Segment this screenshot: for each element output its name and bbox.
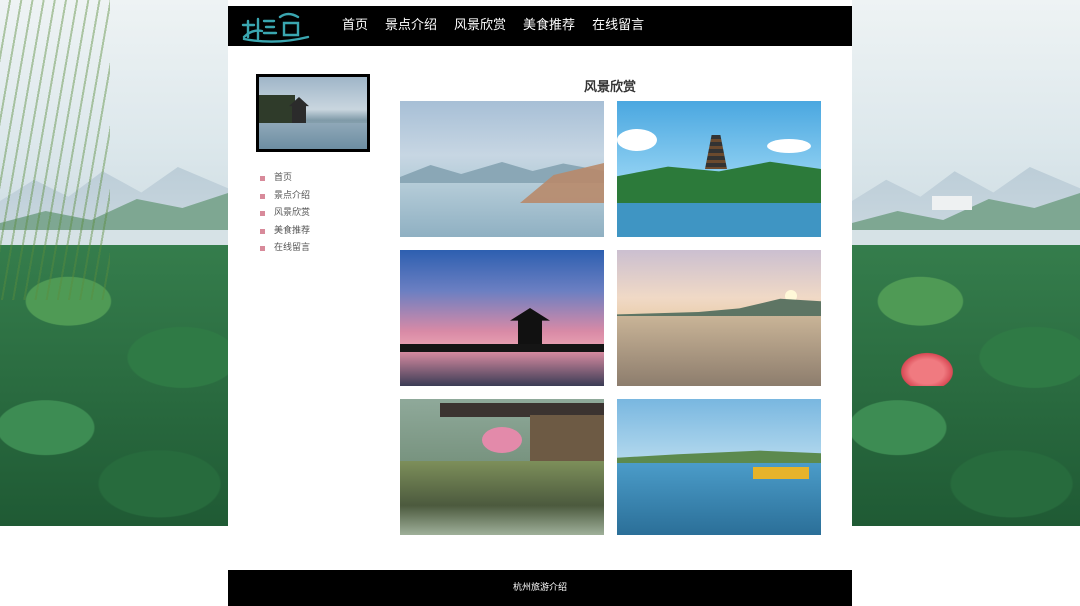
sidebar-item-home[interactable]: 首页	[260, 170, 370, 188]
willow-branches	[0, 0, 110, 300]
background-scenery-right	[852, 0, 1080, 526]
leifeng-pagoda-photo[interactable]	[617, 101, 821, 237]
pagoda-lake-thumbnail	[256, 74, 370, 152]
lake-bridge-photo[interactable]	[400, 101, 604, 237]
nav-attractions[interactable]: 景点介绍	[385, 6, 445, 46]
bullet-icon	[260, 193, 265, 199]
garden-pond-photo[interactable]	[400, 399, 604, 535]
footer: 杭州旅游介绍	[228, 570, 852, 606]
sidebar-item-food[interactable]: 美食推荐	[260, 223, 370, 241]
sunset-pavilion-photo[interactable]	[400, 250, 604, 386]
background-scenery-left	[0, 0, 228, 526]
site-logo-icon[interactable]	[240, 9, 312, 43]
bullet-icon	[260, 211, 265, 217]
sidebar-item-attractions[interactable]: 景点介绍	[260, 188, 370, 206]
top-navigation-bar: 首页 景点介绍 风景欣赏 美食推荐 在线留言	[228, 6, 852, 46]
nav-food[interactable]: 美食推荐	[523, 6, 583, 46]
footer-text: 杭州旅游介绍	[512, 583, 567, 593]
lake-sunrise-photo[interactable]	[617, 250, 821, 386]
lotus-flower	[897, 350, 957, 386]
sidebar-item-message[interactable]: 在线留言	[260, 240, 370, 258]
nav-message[interactable]: 在线留言	[592, 6, 652, 46]
main-nav: 首页 景点介绍 风景欣赏 美食推荐 在线留言	[342, 6, 661, 46]
gallery-title: 风景欣赏	[583, 80, 636, 95]
nav-home[interactable]: 首页	[342, 6, 376, 46]
sidebar-menu: 首页 景点介绍 风景欣赏 美食推荐 在线留言	[256, 170, 370, 258]
sidebar: 首页 景点介绍 风景欣赏 美食推荐 在线留言	[256, 74, 370, 258]
bullet-icon	[260, 228, 265, 234]
main-page: 首页 景点介绍 风景欣赏 美食推荐 在线留言 首页 景点介绍 风景欣赏 美食推荐…	[228, 6, 852, 606]
lake-boat-photo[interactable]	[617, 399, 821, 535]
gallery-grid	[400, 101, 822, 535]
sidebar-item-scenery[interactable]: 风景欣赏	[260, 205, 370, 223]
nav-scenery[interactable]: 风景欣赏	[454, 6, 514, 46]
bullet-icon	[260, 246, 265, 252]
bullet-icon	[260, 176, 265, 182]
